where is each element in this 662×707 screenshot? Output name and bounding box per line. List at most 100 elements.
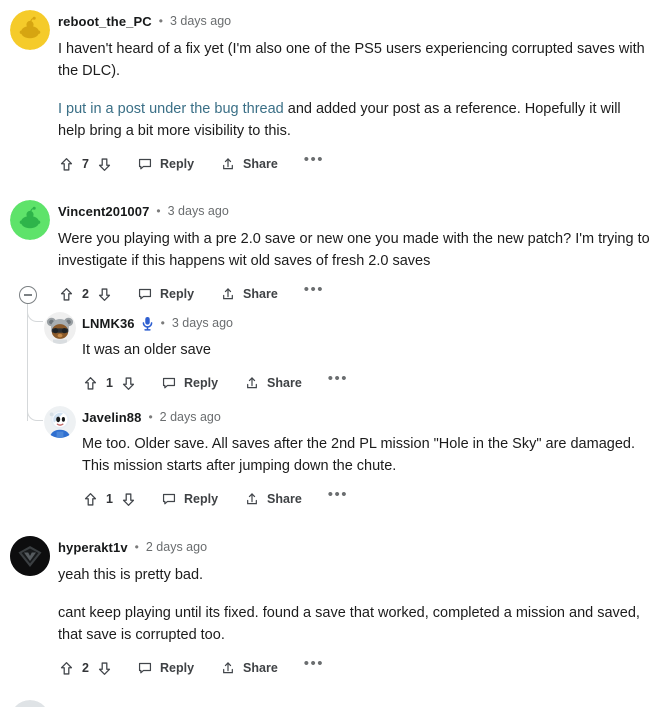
paragraph-text: Me too. Older save. All saves after the … bbox=[82, 436, 635, 474]
overflow-menu-button[interactable]: ••• bbox=[328, 487, 348, 507]
reply-button[interactable]: Reply bbox=[161, 491, 218, 507]
vote-count: 7 bbox=[82, 157, 89, 171]
share-button[interactable]: Share bbox=[220, 156, 278, 172]
meta-separator: • bbox=[134, 540, 139, 554]
comment-paragraph: I haven't heard of a fix yet (I'm also o… bbox=[58, 38, 650, 82]
reply-button[interactable]: Reply bbox=[161, 375, 218, 391]
comment-meta: hyperakt1v • 2 days ago bbox=[58, 536, 662, 556]
overflow-menu-button[interactable]: ••• bbox=[304, 656, 324, 676]
username[interactable]: reboot_the_PC bbox=[58, 14, 152, 29]
comment-action-bar: 7 Reply Share ••• bbox=[58, 149, 662, 179]
username[interactable]: LNMK36 bbox=[82, 316, 135, 331]
comment-paragraph: yeah this is pretty bad. bbox=[58, 564, 650, 586]
reply-button[interactable]: Reply bbox=[137, 660, 194, 676]
share-label: Share bbox=[267, 492, 302, 506]
downvote-arrow-icon[interactable] bbox=[96, 660, 113, 677]
reply-label: Reply bbox=[160, 287, 195, 301]
reply-label: Reply bbox=[184, 376, 219, 390]
share-arrow-icon bbox=[244, 375, 260, 391]
avatar[interactable] bbox=[10, 536, 50, 576]
share-label: Share bbox=[243, 287, 278, 301]
reply-button[interactable]: Reply bbox=[137, 286, 194, 302]
upvote-arrow-icon[interactable] bbox=[58, 286, 75, 303]
comment-action-bar: 1 Reply Share ••• bbox=[82, 484, 662, 514]
upvote-arrow-icon[interactable] bbox=[58, 156, 75, 173]
bug-thread-link[interactable]: I put in a post under the bug thread bbox=[58, 101, 284, 117]
share-button[interactable]: Share bbox=[244, 491, 302, 507]
comment-reboot_the_PC: reboot_the_PC • 3 days ago I haven't hea… bbox=[0, 10, 662, 179]
comment-Javelin88: Javelin88 • 2 days ago Me too. Older sav… bbox=[34, 406, 662, 514]
vote-count: 2 bbox=[82, 287, 89, 301]
avatar[interactable] bbox=[44, 312, 76, 344]
reply-button[interactable]: Reply bbox=[137, 156, 194, 172]
upvote-arrow-icon[interactable] bbox=[82, 375, 99, 392]
comment-paragraph: I put in a post under the bug thread and… bbox=[58, 98, 650, 142]
comment-paragraph: It was an older save bbox=[82, 339, 662, 361]
paragraph-text: cant keep playing until its fixed. found… bbox=[58, 605, 640, 643]
username[interactable]: Javelin88 bbox=[82, 410, 141, 425]
overflow-menu-button[interactable]: ••• bbox=[304, 152, 324, 172]
downvote-arrow-icon[interactable] bbox=[120, 375, 137, 392]
downvote-arrow-icon[interactable] bbox=[96, 156, 113, 173]
overflow-menu-button[interactable]: ••• bbox=[328, 371, 348, 391]
paragraph-text: Were you playing with a pre 2.0 save or … bbox=[58, 231, 650, 269]
comment-bubble-icon bbox=[137, 156, 153, 172]
comment-meta: Vincent201007 • 3 days ago bbox=[58, 200, 662, 220]
comment-meta: LNMK36 • 3 days ago bbox=[82, 312, 662, 332]
comment-paragraph: Me too. Older save. All saves after the … bbox=[82, 433, 662, 477]
vote-group: 2 bbox=[58, 286, 113, 303]
collapse-thread-button[interactable] bbox=[19, 286, 37, 304]
avatar[interactable] bbox=[44, 406, 76, 438]
share-button[interactable]: Share bbox=[220, 286, 278, 302]
reply-label: Reply bbox=[160, 661, 195, 675]
vote-group: 1 bbox=[82, 375, 137, 392]
share-label: Share bbox=[243, 157, 278, 171]
share-label: Share bbox=[243, 661, 278, 675]
paragraph-text: It was an older save bbox=[82, 342, 211, 358]
comment-paragraph: Were you playing with a pre 2.0 save or … bbox=[58, 228, 650, 272]
upvote-arrow-icon[interactable] bbox=[82, 491, 99, 508]
username[interactable]: hyperakt1v bbox=[58, 540, 128, 555]
share-button[interactable]: Share bbox=[220, 660, 278, 676]
collapse-minus-icon bbox=[24, 294, 32, 296]
comment-action-bar: 1 Reply Share ••• bbox=[82, 368, 662, 398]
avatar[interactable] bbox=[10, 700, 50, 707]
vote-count: 2 bbox=[82, 661, 89, 675]
overflow-menu-button[interactable]: ••• bbox=[304, 282, 324, 302]
vote-group: 7 bbox=[58, 156, 113, 173]
paragraph-text: I haven't heard of a fix yet (I'm also o… bbox=[58, 41, 645, 79]
comment-bubble-icon bbox=[161, 491, 177, 507]
meta-separator: • bbox=[158, 14, 163, 28]
meta-separator: • bbox=[160, 316, 165, 330]
share-label: Share bbox=[267, 376, 302, 390]
timestamp: 2 days ago bbox=[159, 410, 221, 424]
comment-bubble-icon bbox=[137, 660, 153, 676]
reply-label: Reply bbox=[160, 157, 195, 171]
comment-LNMK36: LNMK36 • 3 days ago It was an older save bbox=[34, 312, 662, 398]
comment-bubble-icon bbox=[161, 375, 177, 391]
timestamp: 3 days ago bbox=[169, 14, 232, 28]
comment-action-bar: 2 Reply Share ••• bbox=[58, 279, 662, 309]
reply-label: Reply bbox=[184, 492, 219, 506]
timestamp: 3 days ago bbox=[167, 204, 229, 218]
username[interactable]: Vincent201007 bbox=[58, 204, 149, 219]
meta-separator: • bbox=[148, 410, 153, 424]
comment-action-bar: 2 Reply Share ••• bbox=[58, 653, 662, 683]
paragraph-text: yeah this is pretty bad. bbox=[58, 567, 204, 583]
avatar[interactable] bbox=[10, 10, 50, 50]
share-button[interactable]: Share bbox=[244, 375, 302, 391]
vote-group: 1 bbox=[82, 491, 137, 508]
comment-meta: reboot_the_PC • 3 days ago bbox=[58, 10, 662, 30]
timestamp: 3 days ago bbox=[171, 316, 233, 330]
thread-line[interactable] bbox=[27, 304, 29, 421]
share-arrow-icon bbox=[220, 156, 236, 172]
avatar[interactable] bbox=[10, 200, 50, 240]
downvote-arrow-icon[interactable] bbox=[120, 491, 137, 508]
comment-paragraph: cant keep playing until its fixed. found… bbox=[58, 602, 650, 646]
comment-thread: reboot_the_PC • 3 days ago I haven't hea… bbox=[0, 0, 662, 707]
share-arrow-icon bbox=[244, 491, 260, 507]
upvote-arrow-icon[interactable] bbox=[58, 660, 75, 677]
vote-count: 1 bbox=[106, 376, 113, 390]
downvote-arrow-icon[interactable] bbox=[96, 286, 113, 303]
comment-hyperakt1v: hyperakt1v • 2 days ago yeah this is pre… bbox=[0, 536, 662, 683]
